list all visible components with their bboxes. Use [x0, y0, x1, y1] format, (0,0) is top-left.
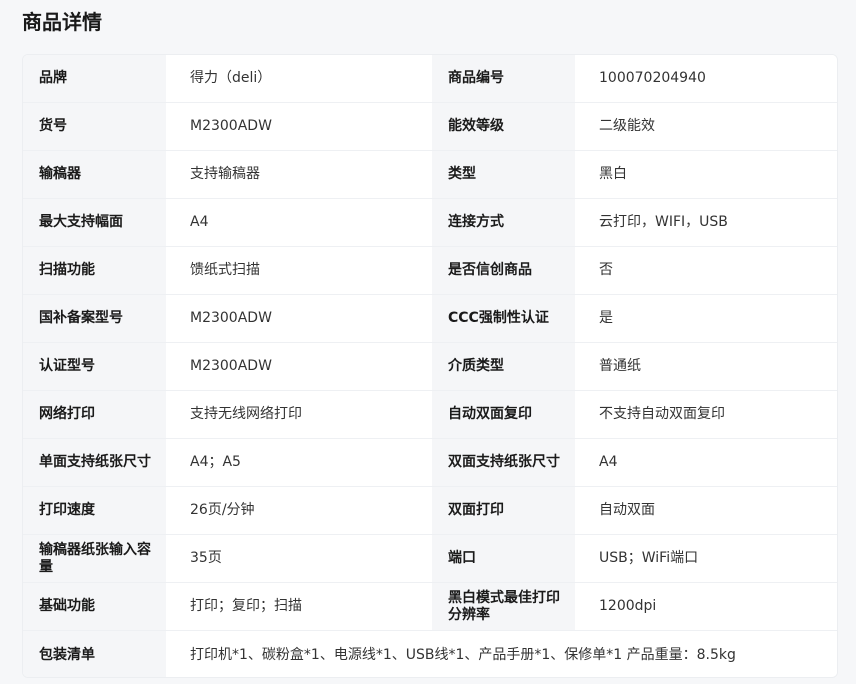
spec-key: CCC强制性认证 [432, 295, 575, 342]
spec-value: 否 [575, 247, 837, 294]
spec-key: 品牌 [23, 55, 166, 102]
spec-key: 输稿器 [23, 151, 166, 198]
spec-key: 端口 [432, 535, 575, 582]
spec-value: 得力（deli） [166, 55, 432, 102]
spec-value: 馈纸式扫描 [166, 247, 432, 294]
spec-key: 最大支持幅面 [23, 199, 166, 246]
spec-value: 自动双面 [575, 487, 837, 534]
spec-key: 双面打印 [432, 487, 575, 534]
spec-row: 网络打印 支持无线网络打印 自动双面复印 不支持自动双面复印 [23, 391, 837, 439]
spec-value: 是 [575, 295, 837, 342]
spec-value: A4 [575, 439, 837, 486]
spec-table: 品牌 得力（deli） 商品编号 100070204940 货号 M2300AD… [22, 54, 838, 678]
spec-value: A4；A5 [166, 439, 432, 486]
spec-row: 输稿器纸张输入容量 35页 端口 USB；WiFi端口 [23, 535, 837, 583]
spec-value: 1200dpi [575, 583, 837, 630]
spec-key: 是否信创商品 [432, 247, 575, 294]
spec-row: 扫描功能 馈纸式扫描 是否信创商品 否 [23, 247, 837, 295]
spec-value: 云打印，WIFI，USB [575, 199, 837, 246]
spec-value: M2300ADW [166, 295, 432, 342]
spec-key: 类型 [432, 151, 575, 198]
spec-row: 货号 M2300ADW 能效等级 二级能效 [23, 103, 837, 151]
spec-row: 单面支持纸张尺寸 A4；A5 双面支持纸张尺寸 A4 [23, 439, 837, 487]
spec-value: 打印；复印；扫描 [166, 583, 432, 630]
spec-key: 介质类型 [432, 343, 575, 390]
spec-key: 认证型号 [23, 343, 166, 390]
page-title: 商品详情 [22, 10, 102, 34]
spec-row: 最大支持幅面 A4 连接方式 云打印，WIFI，USB [23, 199, 837, 247]
spec-key: 货号 [23, 103, 166, 150]
spec-value: 黑白 [575, 151, 837, 198]
spec-key: 国补备案型号 [23, 295, 166, 342]
packing-list-label: 包装清单 [23, 631, 166, 677]
spec-value: 不支持自动双面复印 [575, 391, 837, 438]
spec-value: A4 [166, 199, 432, 246]
spec-key: 商品编号 [432, 55, 575, 102]
spec-row: 品牌 得力（deli） 商品编号 100070204940 [23, 55, 837, 103]
spec-value: 26页/分钟 [166, 487, 432, 534]
spec-key: 扫描功能 [23, 247, 166, 294]
spec-key: 单面支持纸张尺寸 [23, 439, 166, 486]
spec-row: 打印速度 26页/分钟 双面打印 自动双面 [23, 487, 837, 535]
spec-key: 能效等级 [432, 103, 575, 150]
spec-key: 网络打印 [23, 391, 166, 438]
spec-key: 双面支持纸张尺寸 [432, 439, 575, 486]
spec-value: 支持无线网络打印 [166, 391, 432, 438]
spec-value: 100070204940 [575, 55, 837, 102]
spec-value: 二级能效 [575, 103, 837, 150]
spec-row: 认证型号 M2300ADW 介质类型 普通纸 [23, 343, 837, 391]
packing-list-value: 打印机*1、碳粉盒*1、电源线*1、USB线*1、产品手册*1、保修单*1 产品… [166, 631, 837, 677]
spec-row: 基础功能 打印；复印；扫描 黑白模式最佳打印分辨率 1200dpi [23, 583, 837, 631]
spec-key: 黑白模式最佳打印分辨率 [432, 583, 575, 630]
spec-row-packing-list: 包装清单 打印机*1、碳粉盒*1、电源线*1、USB线*1、产品手册*1、保修单… [23, 631, 837, 677]
spec-key: 自动双面复印 [432, 391, 575, 438]
spec-value: 支持输稿器 [166, 151, 432, 198]
spec-value: USB；WiFi端口 [575, 535, 837, 582]
spec-value: M2300ADW [166, 103, 432, 150]
spec-key: 打印速度 [23, 487, 166, 534]
spec-row: 输稿器 支持输稿器 类型 黑白 [23, 151, 837, 199]
spec-key: 连接方式 [432, 199, 575, 246]
spec-value: 普通纸 [575, 343, 837, 390]
spec-row: 国补备案型号 M2300ADW CCC强制性认证 是 [23, 295, 837, 343]
spec-key: 基础功能 [23, 583, 166, 630]
spec-value: 35页 [166, 535, 432, 582]
spec-key: 输稿器纸张输入容量 [23, 535, 166, 582]
spec-value: M2300ADW [166, 343, 432, 390]
